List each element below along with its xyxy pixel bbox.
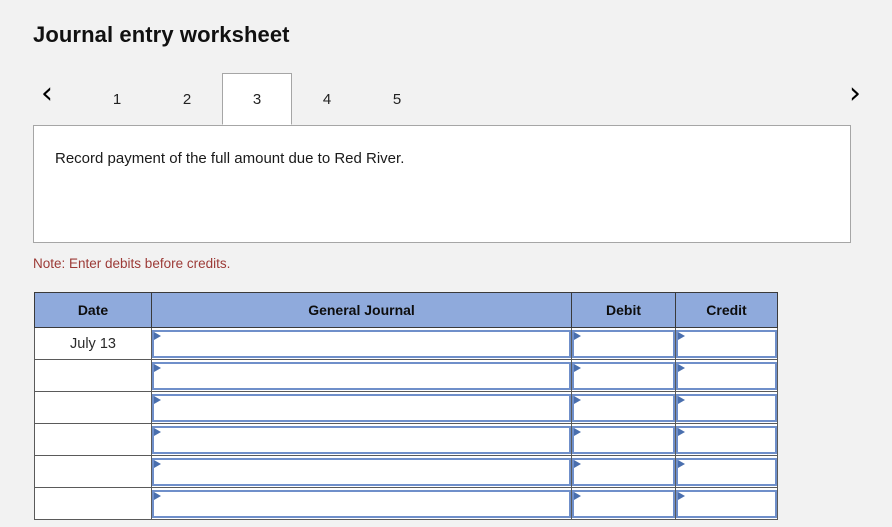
- debit-input-5[interactable]: [572, 457, 675, 486]
- date-cell-3: [34, 391, 152, 424]
- debit-cell-2: [571, 359, 676, 392]
- chevron-left-icon[interactable]: ‹: [30, 68, 64, 120]
- debit-input-1[interactable]: [572, 329, 675, 358]
- tab-1[interactable]: 1: [82, 73, 152, 125]
- table-row: [34, 359, 778, 392]
- table-row: [34, 487, 778, 520]
- general-journal-input-4[interactable]: [152, 425, 571, 454]
- general-journal-input-6[interactable]: [152, 489, 571, 518]
- debit-input-3[interactable]: [572, 393, 675, 422]
- table-header-row: Date General Journal Debit Credit: [34, 292, 778, 328]
- tab-4[interactable]: 4: [292, 73, 362, 125]
- table-row: [34, 423, 778, 456]
- tab-3[interactable]: 3: [222, 73, 292, 125]
- date-cell-4: [34, 423, 152, 456]
- credit-cell-4: [675, 423, 778, 456]
- date-cell-5: [34, 455, 152, 488]
- tab-5[interactable]: 5: [362, 73, 432, 125]
- general-journal-input-2[interactable]: [152, 361, 571, 390]
- transaction-prompt-text: Record payment of the full amount due to…: [55, 150, 405, 167]
- page-title: Journal entry worksheet: [33, 22, 290, 47]
- general-journal-input-3[interactable]: [152, 393, 571, 422]
- debit-cell-3: [571, 391, 676, 424]
- table-row: [34, 455, 778, 488]
- debit-cell-4: [571, 423, 676, 456]
- general-journal-cell-3: [151, 391, 572, 424]
- credit-input-6[interactable]: [676, 489, 777, 518]
- credit-cell-5: [675, 455, 778, 488]
- table-row: July 13: [34, 327, 778, 360]
- credit-input-1[interactable]: [676, 329, 777, 358]
- journal-entry-table: Date General Journal Debit Credit July 1…: [34, 292, 778, 520]
- debit-cell-5: [571, 455, 676, 488]
- worksheet-tabstrip: ‹ 1 2 3 4 5 ›: [0, 68, 892, 125]
- debit-cell-1: [571, 327, 676, 360]
- debit-input-4[interactable]: [572, 425, 675, 454]
- column-header-date: Date: [34, 292, 152, 328]
- general-journal-cell-4: [151, 423, 572, 456]
- chevron-right-icon[interactable]: ›: [838, 68, 872, 120]
- general-journal-cell-2: [151, 359, 572, 392]
- column-header-credit: Credit: [675, 292, 778, 328]
- credit-cell-1: [675, 327, 778, 360]
- general-journal-input-5[interactable]: [152, 457, 571, 486]
- credit-cell-3: [675, 391, 778, 424]
- general-journal-cell-5: [151, 455, 572, 488]
- debits-before-credits-note: Note: Enter debits before credits.: [33, 256, 231, 271]
- credit-input-3[interactable]: [676, 393, 777, 422]
- column-header-debit: Debit: [571, 292, 676, 328]
- credit-input-4[interactable]: [676, 425, 777, 454]
- credit-input-2[interactable]: [676, 361, 777, 390]
- general-journal-cell-1: [151, 327, 572, 360]
- table-row: [34, 391, 778, 424]
- credit-cell-6: [675, 487, 778, 520]
- debit-input-6[interactable]: [572, 489, 675, 518]
- general-journal-cell-6: [151, 487, 572, 520]
- debit-cell-6: [571, 487, 676, 520]
- column-header-general-journal: General Journal: [151, 292, 572, 328]
- date-cell-2: [34, 359, 152, 392]
- date-cell-1: July 13: [34, 327, 152, 360]
- transaction-prompt-panel: Record payment of the full amount due to…: [33, 125, 851, 243]
- general-journal-input-1[interactable]: [152, 329, 571, 358]
- date-cell-6: [34, 487, 152, 520]
- tab-2[interactable]: 2: [152, 73, 222, 125]
- debit-input-2[interactable]: [572, 361, 675, 390]
- credit-input-5[interactable]: [676, 457, 777, 486]
- credit-cell-2: [675, 359, 778, 392]
